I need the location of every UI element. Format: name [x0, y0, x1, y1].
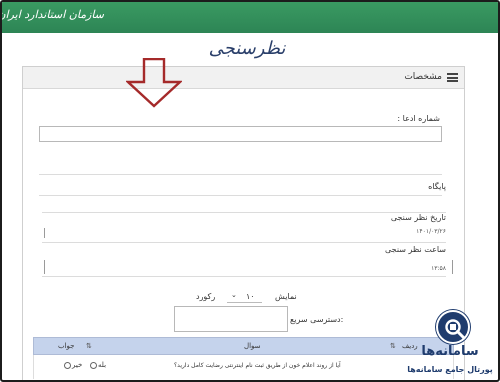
page-title: نظرسنجی — [208, 38, 286, 59]
divider — [39, 174, 442, 175]
claim-number-label: شماره ادعا : — [397, 114, 440, 123]
claim-number-input[interactable] — [39, 126, 442, 142]
divider — [42, 242, 446, 243]
table-header: ردیف ⇅ سوال ⇅ جواب — [33, 337, 454, 355]
answer-yes-label: بله — [98, 361, 107, 369]
watermark-name: سامانه‌ها — [421, 344, 479, 359]
site-watermark: سامانه‌ها پورتال جامع سامانه‌ها — [406, 310, 494, 380]
survey-date-value: ۱۴۰۱/۰۳/۲۶ — [416, 228, 446, 235]
answer-no-label: خیر — [72, 361, 83, 369]
base-label: پایگاه — [428, 182, 446, 191]
field-border — [44, 260, 45, 274]
records-label: رکورد — [196, 292, 216, 301]
survey-date-label: تاریخ نظر سنجی — [390, 213, 446, 222]
show-label: نمایش — [275, 292, 297, 301]
panel-heading: مشخصات — [404, 72, 442, 82]
divider — [42, 276, 446, 277]
column-answer[interactable]: جواب — [58, 342, 74, 350]
header-brand: سازمان استاندارد ایران — [0, 8, 104, 21]
question-text: آیا از روند اعلام خون از طریق ثبت نام ای… — [174, 362, 341, 369]
survey-time-value: ۱۳:۵۸ — [431, 265, 446, 272]
chevron-down-icon: ⌄ — [231, 291, 237, 299]
table-row: آیا از روند اعلام خون از طریق ثبت نام ای… — [33, 355, 454, 379]
panel-header: مشخصات — [23, 67, 464, 89]
list-icon — [447, 73, 458, 82]
header-bar: سازمان استاندارد ایران — [2, 2, 498, 33]
page-size-value: ۱۰ — [246, 292, 255, 301]
quick-search-input[interactable] — [174, 306, 288, 332]
quick-search-label: دسترسی سریع: — [290, 315, 344, 324]
divider — [39, 195, 442, 196]
down-arrow-icon — [126, 58, 182, 108]
field-border — [452, 260, 453, 274]
survey-time-label: ساعت نظر سنجی — [384, 245, 446, 254]
divider — [42, 212, 446, 213]
sort-icon[interactable]: ⇅ — [390, 342, 396, 350]
column-question[interactable]: سوال — [244, 342, 261, 350]
answer-no-radio[interactable] — [64, 362, 71, 369]
field-border — [44, 228, 45, 238]
screenshot-frame: سازمان استاندارد ایران نظرسنجی مشخصات شم… — [0, 0, 500, 382]
watermark-logo-icon — [436, 310, 470, 344]
watermark-subtitle: پورتال جامع سامانه‌ها — [407, 365, 493, 374]
sort-icon[interactable]: ⇅ — [86, 342, 92, 350]
answer-yes-radio[interactable] — [90, 362, 97, 369]
